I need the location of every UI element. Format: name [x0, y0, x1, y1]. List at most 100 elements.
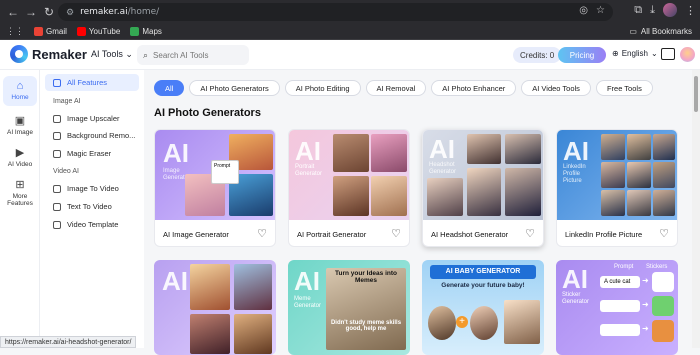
site-info-icon[interactable]: ⚙	[66, 7, 74, 18]
image-upscaler-item[interactable]: Image Upscaler	[45, 110, 139, 127]
card-ai-image-generator[interactable]: AI Image Generator Prompt AI Image Gener…	[154, 129, 276, 247]
reload-icon[interactable]: ↻	[40, 5, 58, 19]
sample-image	[427, 178, 463, 216]
card-linkedin-profile-picture[interactable]: AI LinkedIn Profile Picture LinkedIn Pro…	[556, 129, 678, 247]
pricing-button[interactable]: Pricing	[558, 47, 606, 63]
credits-badge[interactable]: Credits: 0	[513, 47, 562, 63]
background-remover-item[interactable]: Background Remo...	[45, 127, 139, 144]
baby-photo	[504, 300, 540, 344]
text-to-video-item[interactable]: Text To Video	[45, 198, 139, 215]
sample-image	[601, 190, 625, 216]
card-label: AI Portrait Generator	[297, 230, 367, 239]
plus-icon: +	[456, 316, 468, 328]
sample-image	[371, 176, 407, 216]
card-label: AI Headshot Generator	[431, 230, 509, 239]
sample-image	[627, 162, 651, 188]
card-label: AI Image Generator	[163, 230, 229, 239]
chip-photo-generators[interactable]: AI Photo Generators	[189, 80, 280, 96]
video-template-item[interactable]: Video Template	[45, 216, 139, 233]
forward-icon[interactable]: →	[22, 5, 40, 19]
bookmark-youtube[interactable]: YouTube	[76, 27, 120, 36]
section-title: AI Photo Generators	[154, 107, 261, 119]
sticker-cat	[652, 272, 674, 292]
heart-icon[interactable]: ♡	[525, 227, 535, 240]
card-sub-text: Meme Generator	[294, 296, 322, 309]
arrow-icon: ➜	[642, 300, 649, 309]
meme-bottom-text: Didn't study meme skills good, help me	[330, 320, 402, 332]
image-ai-heading: Image AI	[53, 98, 81, 105]
img2video-icon	[53, 184, 61, 193]
card-ai-baby-generator[interactable]: AI BABY GENERATOR Generate your future b…	[422, 260, 544, 355]
logo-text: Remaker	[32, 46, 87, 62]
card-ai-text: AI	[163, 138, 189, 168]
search-input[interactable]	[153, 50, 239, 60]
bookmark-gmail[interactable]: Gmail	[34, 27, 67, 36]
logo[interactable]: Remaker	[10, 45, 87, 63]
card-label: LinkedIn Profile Picture	[565, 230, 643, 239]
chip-removal[interactable]: AI Removal	[365, 80, 427, 96]
image-to-video-item[interactable]: Image To Video	[45, 180, 139, 197]
menu-kebab-icon[interactable]: ⋮	[685, 4, 696, 17]
download-icon[interactable]: ⤓	[650, 4, 655, 17]
chip-photo-enhancer[interactable]: AI Photo Enhancer	[431, 80, 517, 96]
heart-icon[interactable]: ♡	[257, 227, 267, 240]
chip-free-tools[interactable]: Free Tools	[595, 80, 653, 96]
heart-icon[interactable]: ♡	[391, 227, 401, 240]
bookmark-star-icon[interactable]: ☆	[596, 5, 605, 16]
card-ai-meme-generator[interactable]: AI Meme Generator Turn your Ideas into M…	[288, 260, 410, 355]
ai-tools-menu[interactable]: AI Tools ⌄	[91, 49, 133, 60]
chip-photo-editing[interactable]: AI Photo Editing	[284, 80, 361, 96]
apps-grid-icon[interactable]: ⋮⋮	[6, 26, 24, 37]
card-thumbnail: AI Image Generator Prompt	[155, 130, 275, 220]
heart-icon[interactable]: ♡	[659, 227, 669, 240]
url-text: remaker.ai/home/	[80, 7, 160, 17]
sample-image	[190, 314, 230, 354]
stickers-label: Stickers	[646, 264, 668, 270]
rail-more-features[interactable]: ⊞ More Features	[3, 178, 37, 207]
card-thumbnail: AI LinkedIn Profile Picture	[557, 130, 677, 220]
card-ai-text: AI	[295, 136, 321, 166]
back-icon[interactable]: ←	[4, 5, 22, 19]
eraser-icon	[53, 149, 61, 158]
card-ai-sticker-generator[interactable]: AI Sticker Generator Prompt Stickers A c…	[556, 260, 678, 355]
scroll-thumb[interactable]	[694, 76, 698, 112]
user-avatar[interactable]	[680, 47, 695, 62]
card-sub-text: Portrait Generator	[295, 164, 323, 177]
sample-image	[333, 134, 369, 172]
logo-mark-icon	[10, 45, 28, 63]
sample-image	[234, 314, 272, 354]
language-select[interactable]: ⊕ English ⌄	[612, 49, 658, 58]
rail-ai-image[interactable]: ▣ AI Image	[3, 114, 37, 136]
all-features-item[interactable]: All Features	[45, 74, 139, 91]
prompt-chip: A cute cat	[600, 276, 640, 288]
card-ai-text: AI	[162, 266, 188, 296]
search-box[interactable]: ⌕	[137, 45, 249, 65]
sample-image	[333, 176, 369, 216]
eye-off-icon[interactable]: ◎	[579, 5, 588, 16]
extensions-icon[interactable]: ⧉	[634, 4, 642, 17]
apps-icon	[53, 78, 61, 87]
status-bar-url: https://remaker.ai/ai-headshot-generator…	[0, 336, 137, 348]
all-bookmarks[interactable]: ▭ All Bookmarks	[629, 27, 692, 36]
card-ai-headshot-generator[interactable]: AI Headshot Generator AI Headshot Genera…	[422, 129, 544, 247]
page-scrollbar[interactable]	[692, 70, 700, 348]
card-ai-avatar[interactable]: AI	[154, 260, 276, 355]
grid-icon: ⊞	[15, 179, 25, 191]
magic-eraser-item[interactable]: Magic Eraser	[45, 145, 139, 162]
feedback-icon[interactable]	[661, 48, 675, 60]
card-ai-portrait-generator[interactable]: AI Portrait Generator AI Portrait Genera…	[288, 129, 410, 247]
rail-ai-video[interactable]: ▶ AI Video	[3, 146, 37, 168]
bookmark-maps[interactable]: Maps	[130, 27, 162, 36]
folder-icon: ▭	[629, 27, 637, 36]
card-ai-text: AI	[429, 134, 455, 164]
meme-top-text: Turn your Ideas into Memes	[335, 270, 397, 284]
sample-image	[627, 134, 651, 160]
profile-avatar[interactable]	[663, 3, 677, 17]
rail-home[interactable]: ⌂ Home	[3, 76, 37, 106]
main-content: All AI Photo Generators AI Photo Editing…	[144, 70, 692, 355]
sample-image	[371, 134, 407, 172]
address-bar[interactable]: ⚙ remaker.ai/home/ ◎ ☆	[58, 3, 613, 21]
sample-image	[505, 168, 541, 216]
chip-video-tools[interactable]: AI Video Tools	[521, 80, 591, 96]
chip-all[interactable]: All	[154, 80, 185, 96]
